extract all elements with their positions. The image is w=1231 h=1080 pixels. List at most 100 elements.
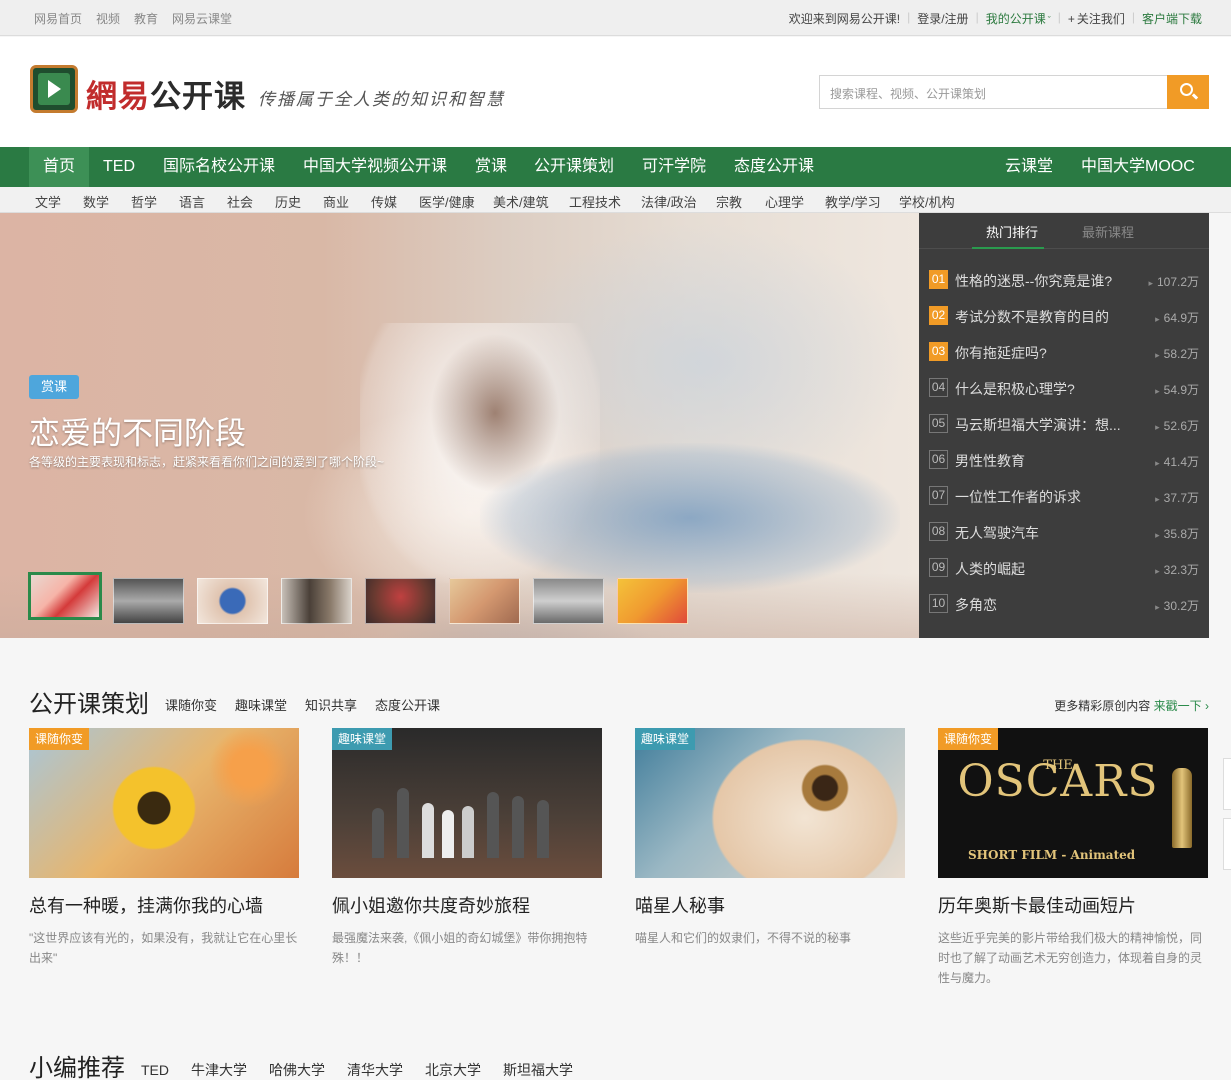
tab-zhishi-gongxiang[interactable]: 知识共享 — [305, 698, 357, 713]
search-input[interactable]: 搜索课程、视频、公开课策划 — [819, 75, 1168, 109]
nav-china-mooc[interactable]: 中国大学MOOC — [1067, 147, 1209, 187]
card-image[interactable]: THE OSCARS SHORT FILM - Animated 课随你变 — [938, 728, 1208, 878]
tab-quwei-ketang[interactable]: 趣味课堂 — [235, 698, 287, 713]
card-description: 最强魔法来袭,《佩小姐的奇幻城堡》带你拥抱特殊！！ — [332, 931, 588, 965]
banner-tag[interactable]: 赏课 — [29, 375, 79, 399]
plan-card[interactable]: 趣味课堂 佩小姐邀你共度奇妙旅程 最强魔法来袭,《佩小姐的奇幻城堡》带你拥抱特殊… — [332, 728, 602, 968]
section-title-recommend: 小编推荐 — [29, 1055, 125, 1080]
banner-thumb[interactable] — [28, 572, 102, 620]
category-item[interactable]: 美术/建筑 — [493, 192, 549, 211]
nav-home[interactable]: 首页 — [29, 147, 90, 187]
tab-harvard[interactable]: 哈佛大学 — [269, 1062, 325, 1078]
oscars-subtitle-text: SHORT FILM - Animated — [968, 848, 1136, 862]
logo-open-course: 公开课 — [150, 79, 246, 114]
hot-item[interactable]: 04 什么是积极心理学? 54.9万 — [929, 378, 1199, 398]
hot-item[interactable]: 02 考试分数不是教育的目的 64.9万 — [929, 306, 1199, 326]
category-item[interactable]: 工程技术 — [569, 192, 621, 211]
hot-item[interactable]: 09 人类的崛起 32.3万 — [929, 558, 1199, 578]
more-link[interactable]: 来戳一下 — [1154, 699, 1202, 713]
hot-item[interactable]: 10 多角恋 30.2万 — [929, 594, 1199, 614]
tab-tsinghua[interactable]: 清华大学 — [347, 1062, 403, 1078]
nav-shangke[interactable]: 赏课 — [461, 147, 521, 187]
category-item[interactable]: 医学/健康 — [419, 192, 475, 211]
category-item[interactable]: 数学 — [83, 192, 109, 211]
hot-item[interactable]: 05 马云斯坦福大学演讲：想... 52.6万 — [929, 414, 1199, 434]
banner-thumb[interactable] — [197, 578, 268, 624]
category-item[interactable]: 文学 — [35, 192, 61, 211]
hot-item[interactable]: 06 男性性教育 41.4万 — [929, 450, 1199, 470]
category-item[interactable]: 法律/政治 — [641, 192, 697, 211]
side-float-tab[interactable] — [1223, 758, 1231, 810]
search-button[interactable] — [1167, 75, 1209, 109]
banner-title[interactable]: 恋爱的不同阶段 — [29, 408, 246, 453]
hot-item-title: 什么是积极心理学? — [955, 381, 1075, 397]
client-download-link[interactable]: 客户端下载 — [1135, 10, 1209, 27]
nav-international-schools[interactable]: 国际名校公开课 — [149, 147, 289, 187]
hot-item[interactable]: 03 你有拖延症吗? 58.2万 — [929, 342, 1199, 362]
category-item[interactable]: 语言 — [179, 192, 205, 211]
nav-course-planning[interactable]: 公开课策划 — [520, 147, 628, 187]
category-item[interactable]: 教学/学习 — [825, 192, 881, 211]
rank-number: 05 — [929, 414, 948, 433]
nav-attitude-course[interactable]: 态度公开课 — [720, 147, 828, 187]
banner-thumb[interactable] — [533, 578, 604, 624]
top-link-video[interactable]: 视频 — [96, 10, 120, 27]
card-image[interactable]: 趣味课堂 — [332, 728, 602, 878]
banner-thumb[interactable] — [113, 578, 184, 624]
category-item[interactable]: 社会 — [227, 192, 253, 211]
category-item[interactable]: 历史 — [275, 192, 301, 211]
tab-recommend-ted[interactable]: TED — [141, 1062, 169, 1078]
hot-item[interactable]: 01 性格的迷思--你究竟是谁? 107.2万 — [929, 270, 1199, 290]
plan-card[interactable]: 课随你变 总有一种暖，挂满你我的心墙 "这世界应该有光的，如果没有，我就让它在心… — [29, 728, 299, 968]
view-count: 107.2万 — [1148, 273, 1199, 290]
tab-hot-ranking[interactable]: 热门排行 — [986, 222, 1038, 241]
oscars-title-text: OSCARS — [957, 756, 1159, 807]
nav-china-universities[interactable]: 中国大学视频公开课 — [289, 147, 461, 187]
hot-tabs: 热门排行 最新课程 — [919, 213, 1209, 249]
top-link-education[interactable]: 教育 — [134, 10, 158, 27]
category-item[interactable]: 宗教 — [716, 192, 742, 211]
rank-number: 04 — [929, 378, 948, 397]
top-link-cloud-classroom[interactable]: 网易云课堂 — [172, 10, 232, 27]
more-content-link[interactable]: 更多精彩原创内容 来戳一下 › — [1054, 697, 1209, 714]
banner-thumb[interactable] — [449, 578, 520, 624]
plan-card[interactable]: 趣味课堂 喵星人秘事 喵星人和它们的奴隶们，不得不说的秘事 — [635, 728, 905, 948]
header: 網易公开课 传播属于全人类的知识和智慧 搜索课程、视频、公开课策划 — [0, 37, 1231, 147]
view-count: 37.7万 — [1155, 489, 1199, 506]
logo-icon[interactable] — [30, 65, 78, 113]
tab-ke-sui-ni-bian[interactable]: 课随你变 — [165, 698, 217, 713]
card-badge: 趣味课堂 — [332, 728, 393, 750]
top-link-netease-home[interactable]: 网易首页 — [34, 10, 82, 27]
login-link[interactable]: 登录/注册 — [910, 10, 975, 27]
side-float-tab[interactable] — [1223, 818, 1231, 870]
category-item[interactable]: 传媒 — [371, 192, 397, 211]
category-item[interactable]: 商业 — [323, 192, 349, 211]
card-image[interactable]: 趣味课堂 — [635, 728, 905, 878]
tab-stanford[interactable]: 斯坦福大学 — [503, 1062, 573, 1078]
hot-item[interactable]: 07 一位性工作者的诉求 37.7万 — [929, 486, 1199, 506]
tab-latest-courses[interactable]: 最新课程 — [1082, 222, 1134, 241]
category-item[interactable]: 学校/机构 — [899, 192, 955, 211]
category-item[interactable]: 心理学 — [765, 192, 804, 211]
plan-card[interactable]: THE OSCARS SHORT FILM - Animated 课随你变 历年… — [938, 728, 1208, 988]
tab-taidu-gongkaike[interactable]: 态度公开课 — [375, 698, 440, 713]
tab-peking[interactable]: 北京大学 — [425, 1062, 481, 1078]
nav-cloud-classroom[interactable]: 云课堂 — [991, 147, 1067, 187]
nav-ted[interactable]: TED — [89, 147, 149, 187]
card-image[interactable]: 课随你变 — [29, 728, 299, 878]
card-title[interactable]: 历年奥斯卡最佳动画短片 — [938, 892, 1208, 918]
banner-thumb[interactable] — [281, 578, 352, 624]
card-title[interactable]: 佩小姐邀你共度奇妙旅程 — [332, 892, 602, 918]
nav-khan-academy[interactable]: 可汗学院 — [628, 147, 720, 187]
follow-link[interactable]: + 关注我们 — [1061, 10, 1132, 27]
logo-text[interactable]: 網易公开课 — [86, 71, 246, 116]
banner-thumb[interactable] — [617, 578, 688, 624]
hot-item[interactable]: 08 无人驾驶汽车 35.8万 — [929, 522, 1199, 542]
card-title[interactable]: 喵星人秘事 — [635, 892, 905, 918]
banner-thumb[interactable] — [365, 578, 436, 624]
my-open-course-link[interactable]: 我的公开课 ˇ — [979, 10, 1058, 27]
category-item[interactable]: 哲学 — [131, 192, 157, 211]
top-bar: 网易首页 视频 教育 网易云课堂 欢迎来到网易公开课! | 登录/注册 | 我的… — [0, 0, 1231, 36]
tab-oxford[interactable]: 牛津大学 — [191, 1062, 247, 1078]
card-title[interactable]: 总有一种暖，挂满你我的心墙 — [29, 892, 299, 918]
